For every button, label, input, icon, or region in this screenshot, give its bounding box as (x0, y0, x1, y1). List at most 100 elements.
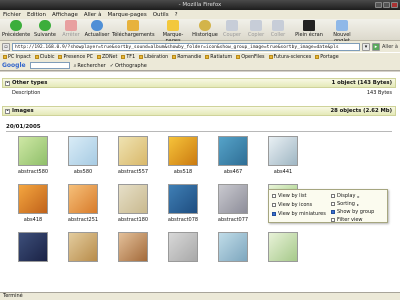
thumbnail-item[interactable]: abstract251 (58, 184, 108, 230)
view-by-list-item[interactable]: View by list (272, 193, 307, 199)
bookmark-item[interactable]: Presence PC (57, 55, 93, 60)
paste-button[interactable]: Coller (268, 20, 288, 40)
bookmarks-toolbar: PC Inpact Clubic Presence PC ZDNet TF1 L… (0, 52, 400, 61)
bookmark-item[interactable]: OpenFiles (235, 55, 265, 60)
menu-bookmarks[interactable]: Marque-pages (107, 12, 146, 18)
downloads-button[interactable]: Téléchargements (112, 20, 155, 40)
menu-bar: Fichier Edition Affichage Aller à Marque… (0, 10, 400, 19)
thumbnail-item[interactable] (208, 232, 258, 278)
menu-help[interactable]: ? (175, 12, 178, 18)
forward-button[interactable]: Suivante (32, 20, 58, 40)
section-other-types[interactable]: - Other types 1 object (143 Bytes) (2, 78, 396, 88)
back-button[interactable]: Précédente (2, 20, 30, 40)
collapse-icon[interactable]: - (5, 81, 10, 86)
show-by-group-item[interactable]: Show by group (331, 209, 374, 215)
thumbnail-caption: abstract251 (67, 217, 99, 223)
checkbox-icon (331, 210, 335, 214)
list-view-icon (272, 194, 276, 198)
close-icon[interactable] (391, 2, 398, 8)
view-by-miniatures-item[interactable]: View by miniatures (272, 211, 326, 217)
bookmark-item[interactable]: Clubic (34, 55, 56, 60)
thumbnail-item[interactable] (108, 232, 158, 278)
thumbnail-item[interactable]: abs418 (8, 184, 58, 230)
downloads-label: Téléchargements (112, 32, 155, 38)
submenu-arrow-icon: ▸ (357, 193, 360, 199)
cut-button[interactable]: Couper (222, 20, 242, 40)
folder-icon (236, 55, 241, 59)
collapse-icon[interactable]: - (5, 109, 10, 114)
stop-button[interactable]: Arrêter (60, 20, 82, 40)
menu-edit[interactable]: Edition (27, 12, 46, 18)
bookmark-item[interactable]: Portage (314, 55, 339, 60)
spellcheck-button[interactable]: ✓ Orthographe (110, 63, 147, 69)
google-logo[interactable]: Google (2, 62, 26, 69)
bookmark-item[interactable]: ZDNet (96, 55, 118, 60)
thumbnail-item[interactable]: abstract077 (208, 184, 258, 230)
url-dropdown-icon[interactable]: ▾ (362, 42, 371, 51)
thumbnail-image (18, 232, 48, 262)
folder-icon (172, 55, 177, 59)
thumbnail-caption: abs441 (273, 169, 293, 175)
status-bar: Terminé (0, 292, 400, 300)
page-icon: ▫ (2, 42, 10, 51)
thumbnail-item[interactable]: abs518 (158, 136, 208, 182)
thumbnail-image (118, 136, 148, 166)
thumbnail-item[interactable]: abs467 (208, 136, 258, 182)
thumbnail-item[interactable] (8, 232, 58, 278)
maximize-icon[interactable] (383, 2, 390, 8)
bookmarks-button[interactable]: Marque-pages (156, 20, 190, 44)
thumbnail-caption: abs418 (23, 217, 43, 223)
thumbnail-item[interactable] (158, 232, 208, 278)
fullscreen-button[interactable]: Plein écran (294, 20, 324, 40)
go-label[interactable]: Aller à (382, 44, 398, 50)
cut-label: Couper (222, 32, 242, 38)
list-item[interactable]: Description 143 Bytes (2, 89, 396, 97)
display-menu-item[interactable]: Display ▸ (331, 193, 359, 199)
folder-icon (121, 55, 126, 59)
sorting-menu-item[interactable]: Sorting ▸ (331, 201, 359, 207)
history-clock-icon (199, 20, 211, 31)
menu-tools[interactable]: Outils (153, 12, 169, 18)
thumbnail-item[interactable]: abstract557 (108, 136, 158, 182)
thumbnail-image (68, 136, 98, 166)
thumbnail-item[interactable]: abstract180 (108, 184, 158, 230)
thumbnail-item[interactable]: abstract078 (158, 184, 208, 230)
back-label: Précédente (2, 32, 31, 38)
bookmark-item[interactable]: TF1 (120, 55, 136, 60)
google-search-button[interactable]: ⌕ Rechercher (74, 63, 106, 69)
bookmark-item[interactable]: Ratiatum (204, 55, 233, 60)
url-input[interactable]: http://192.168.0.9/?showplayer=true&sort… (12, 42, 361, 51)
menu-view[interactable]: Affichage (52, 12, 78, 18)
forward-label: Suivante (34, 32, 56, 38)
menu-file[interactable]: Fichier (3, 12, 21, 18)
thumbnail-item[interactable] (258, 232, 308, 278)
folder-icon (268, 55, 273, 59)
thumbnail-item[interactable] (58, 232, 108, 278)
thumbnail-image (218, 184, 248, 214)
view-by-icons-item[interactable]: View by icons (272, 202, 312, 208)
section-images[interactable]: - Images 28 objects (2.62 Mb) (2, 106, 396, 116)
reload-button[interactable]: Actualiser (84, 20, 110, 40)
thumbnail-item[interactable]: abstract580 (8, 136, 58, 182)
thumbnail-caption: abs518 (173, 169, 193, 175)
bookmark-item[interactable]: Libération (138, 55, 169, 60)
bookmark-item[interactable]: PC Inpact (2, 55, 32, 60)
minimize-icon[interactable] (375, 2, 382, 8)
new-tab-button[interactable]: Nouvel onglet (326, 20, 358, 44)
history-button[interactable]: Historique (192, 20, 218, 40)
bookmark-item[interactable]: Futura-sciences (268, 55, 313, 60)
folder-icon (205, 55, 210, 59)
thumbnail-caption: abstract078 (167, 217, 199, 223)
bookmark-item[interactable]: Romandie (171, 55, 202, 60)
group-date: 20/01/2005 (6, 124, 41, 130)
filter-view-item[interactable]: Filter view (331, 217, 363, 223)
page-content: - Other types 1 object (143 Bytes) Descr… (0, 72, 400, 292)
copy-button[interactable]: Copier (246, 20, 266, 40)
thumbnail-item[interactable]: abs580 (58, 136, 108, 182)
section-title: Other types (12, 80, 48, 86)
section-summary: 28 objects (2.62 Mb) (330, 108, 392, 114)
go-icon[interactable]: ▸ (372, 42, 381, 51)
google-search-input[interactable] (29, 62, 70, 69)
thumbnail-item[interactable]: abs441 (258, 136, 308, 182)
menu-go[interactable]: Aller à (84, 12, 102, 18)
